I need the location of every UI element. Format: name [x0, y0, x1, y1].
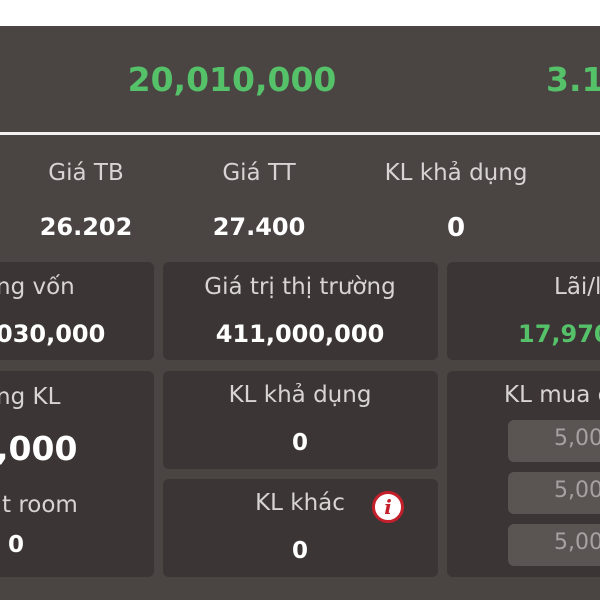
profit-value: 17,970	[518, 320, 600, 348]
buy-qty-option-3-label: 5,00	[554, 530, 600, 555]
info-icon[interactable]: i	[372, 491, 404, 523]
info-icon-glyph: i	[384, 495, 392, 519]
available-label: KL khả dụng	[228, 382, 372, 408]
market-price-label: Giá TT	[222, 160, 296, 186]
room-value: 0	[8, 532, 25, 558]
summary-right-value: 3.19	[546, 60, 600, 99]
profit-label: Lãi/l	[554, 274, 600, 300]
available-value: 0	[291, 430, 309, 456]
market-value-value: 411,000,000	[215, 320, 385, 348]
avg-price-value: 26.202	[39, 213, 133, 241]
room-label: t room	[2, 492, 78, 518]
total-qty-label: ng KL	[0, 384, 61, 410]
other-qty-value: 0	[291, 538, 309, 564]
avg-price-label: Giá TB	[48, 160, 124, 186]
market-price-value: 27.400	[212, 213, 306, 241]
buy-qty-label: KL mua c	[504, 382, 600, 408]
buy-qty-option-2[interactable]: 5,00	[508, 472, 600, 514]
buy-qty-option-3[interactable]: 5,00	[508, 524, 600, 566]
buy-qty-option-1-label: 5,00	[554, 426, 600, 451]
summary-left-value: 20,010,000	[127, 60, 337, 99]
market-value-label: Giá trị thị trường	[204, 274, 396, 300]
available-qty-value: 0	[446, 213, 466, 243]
buy-qty-option-1[interactable]: 5,00	[508, 420, 600, 462]
available-qty-label: KL khả dụng	[384, 160, 528, 186]
buy-qty-option-2-label: 5,00	[554, 478, 600, 503]
capital-label: ng vốn	[0, 274, 75, 300]
total-qty-value: ,000	[0, 429, 78, 468]
other-qty-label: KL khác	[255, 490, 345, 516]
capital-value: 030,000	[0, 320, 106, 348]
